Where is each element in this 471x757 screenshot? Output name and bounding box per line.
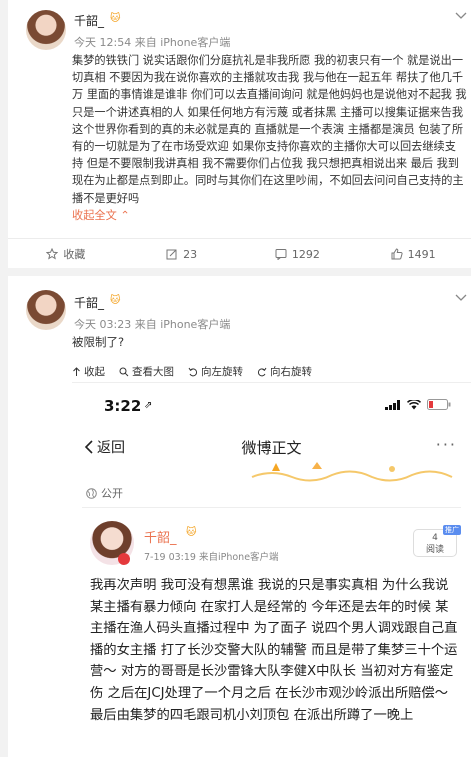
rotate-right-label: 向右旋转 [270, 366, 312, 378]
comment-count: 1292 [291, 247, 320, 261]
repost-icon [166, 249, 177, 260]
status-bar-icons [385, 399, 451, 410]
post-actions: 收藏 23 1292 1491 [8, 238, 471, 269]
avatar[interactable] [26, 10, 66, 50]
post-body: 集梦的铁铁门 说实话跟你们分庭抗礼是非我所愿 我的初衷只有一个 就是说出一切真相… [72, 52, 467, 224]
favorite-button[interactable]: 收藏 [8, 246, 124, 262]
post-meta: 今天 03:23 来自 iPhone客户端 [74, 318, 231, 331]
collapse-label: 收起 [84, 366, 105, 378]
like-button[interactable]: 1491 [355, 248, 471, 261]
star-icon [46, 248, 59, 260]
zoom-icon [119, 367, 129, 376]
vip-badge-icon: 🐱 [110, 13, 121, 24]
rotate-left-button[interactable]: 向左旋转 [188, 364, 243, 379]
promote-tag: 推广 [443, 525, 461, 535]
comment-icon [275, 249, 287, 260]
weibo-post-card: 千韶_ 🐱 今天 03:23 来自 iPhone客户端 被限制了? 收起 查看大… [8, 276, 471, 757]
author-name: 千韶_ [144, 531, 177, 546]
page-title: 微博正文 [241, 439, 302, 457]
avatar[interactable] [26, 290, 66, 330]
rotate-left-label: 向左旋转 [201, 366, 243, 378]
post-meta: 7-19 03:19 来自iPhone客户端 [144, 552, 279, 563]
post-body-text: 我再次声明 我可没有想黑谁 我说的只是事实真相 为什么我说某主播有暴力倾向 在家… [90, 578, 458, 723]
more-options-icon[interactable]: ··· [436, 435, 457, 454]
visibility-label: 公开 [101, 487, 123, 500]
attached-screenshot-image[interactable]: 3:22 ⇗ 返回 微博正文 ··· 公开 千韶_ 🐱 7-19 03:19 来… [72, 382, 471, 757]
wifi-icon [407, 399, 421, 409]
rotate-left-icon [188, 367, 198, 376]
post-body-text: 集梦的铁铁门 说实话跟你们分庭抗礼是非我所愿 我的初衷只有一个 就是说出一切真相… [72, 54, 467, 205]
vip-badge-icon: 🐱 [110, 295, 121, 306]
favorite-label: 收藏 [63, 248, 86, 261]
rotate-right-icon [257, 367, 267, 376]
rotate-right-button[interactable]: 向右旋转 [257, 364, 312, 379]
like-icon [391, 248, 403, 260]
chevron-up-icon: ⌃ [120, 208, 130, 222]
chevron-down-icon[interactable] [455, 10, 467, 23]
image-toolbar: 收起 查看大图 向左旋转 向右旋转 [72, 364, 312, 379]
chevron-down-icon[interactable] [455, 292, 467, 305]
vip-badge-icon: 🐱 [186, 527, 197, 538]
collapse-arrow-icon [73, 366, 80, 376]
battery-icon [427, 399, 451, 410]
verified-badge-icon [118, 553, 130, 565]
post-body-text: 被限制了? [72, 335, 125, 349]
weibo-post-card: 千韶_ 🐱 今天 12:54 来自 iPhone客户端 集梦的铁铁门 说实话跟你… [8, 0, 471, 268]
collapse-image-button[interactable]: 收起 [72, 364, 105, 379]
read-label: 阅读 [425, 545, 444, 555]
signal-icon [385, 399, 400, 410]
globe-icon [86, 487, 97, 499]
post-meta: 今天 12:54 来自 iPhone客户端 [74, 36, 231, 49]
repost-button[interactable]: 23 [124, 248, 240, 261]
username[interactable]: 千韶_ [74, 294, 104, 311]
collapse-label: 收起全文 [72, 208, 117, 222]
collapse-full-text-link[interactable]: 收起全文 ⌃ [72, 209, 130, 222]
view-large-image-button[interactable]: 查看大图 [119, 364, 174, 379]
status-bar-time: 3:22 [104, 397, 142, 415]
decorative-banner-icon [251, 462, 453, 482]
view-large-label: 查看大图 [132, 366, 174, 378]
username[interactable]: 千韶_ [74, 12, 104, 29]
divider [82, 507, 461, 508]
comment-button[interactable]: 1292 [240, 248, 356, 261]
repost-count: 23 [183, 247, 198, 261]
like-count: 1491 [407, 247, 436, 261]
location-arrow-icon: ⇗ [144, 400, 153, 411]
visibility-indicator: 公开 [86, 485, 123, 501]
